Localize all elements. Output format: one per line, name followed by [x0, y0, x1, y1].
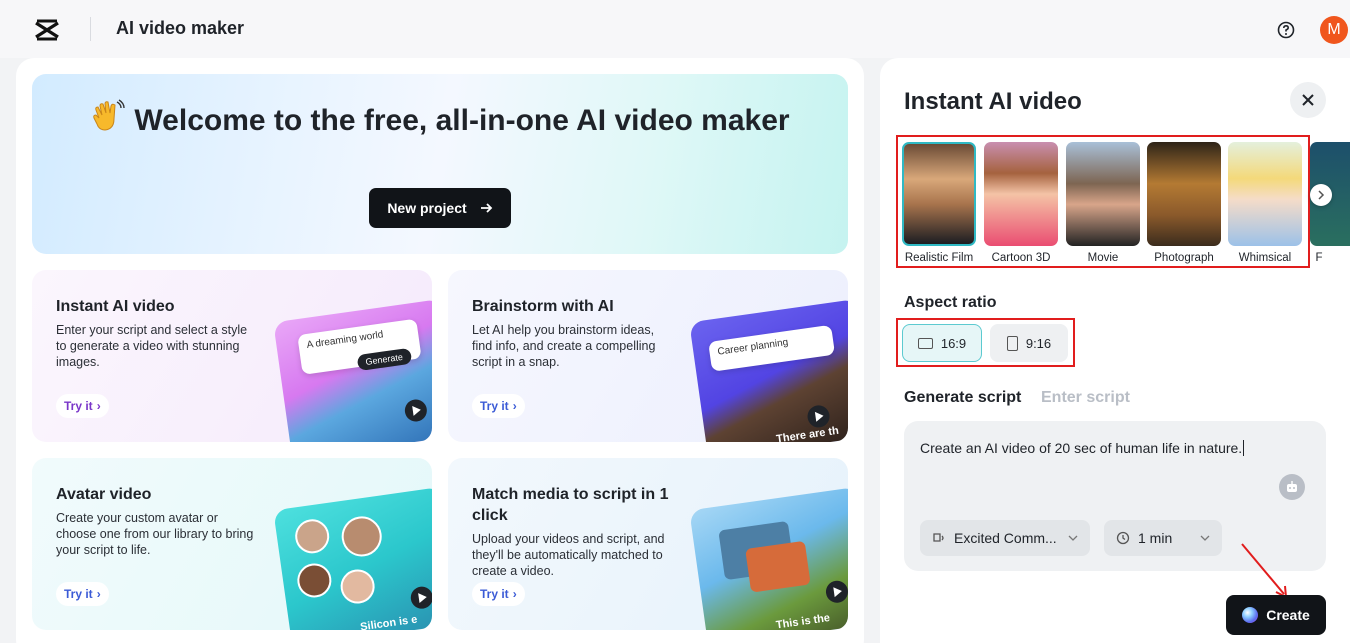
card-title: Avatar video [56, 486, 152, 503]
card-avatar-video[interactable]: Avatar video Create your custom avatar o… [32, 458, 432, 630]
chevron-down-icon [1068, 535, 1078, 541]
try-it-button[interactable]: Try it › [56, 394, 109, 418]
illus-caption: This is the [775, 612, 831, 630]
chevron-right-icon: › [96, 587, 101, 601]
style-thumbnail [984, 142, 1058, 246]
script-text[interactable]: Create an AI video of 20 sec of human li… [920, 440, 1244, 456]
panel-title: Instant AI video [904, 88, 1082, 115]
instant-ai-video-panel: Instant AI video Realistic Film Cartoon … [880, 58, 1350, 643]
card-illustration: Silicon is e [273, 486, 432, 630]
avatar[interactable]: M [1320, 16, 1348, 44]
new-project-label: New project [387, 200, 467, 216]
ratio-9-16-button[interactable]: 9:16 [990, 324, 1068, 362]
style-thumbnail [1228, 142, 1302, 246]
style-label: F [1315, 252, 1323, 264]
main-panel: Welcome to the free, all-in-one AI video… [16, 58, 864, 643]
card-description: Let AI help you brainstorm ideas, find i… [472, 323, 656, 369]
try-it-label: Try it [480, 587, 509, 601]
voice-value: Excited Comm... [954, 530, 1057, 546]
ai-orb-icon [1242, 607, 1259, 623]
card-title: Instant AI video [56, 298, 175, 315]
play-icon [824, 579, 848, 605]
style-thumbnail [1147, 142, 1221, 246]
avatar-face [338, 567, 377, 606]
chevron-right-icon: › [512, 587, 517, 601]
hero-banner: Welcome to the free, all-in-one AI video… [32, 74, 848, 254]
tab-generate-script[interactable]: Generate script [904, 389, 1021, 407]
play-icon [409, 585, 432, 611]
header-divider [90, 17, 91, 41]
style-label: Cartoon 3D [991, 252, 1051, 264]
ratio-label: 9:16 [1025, 335, 1052, 351]
clock-icon [1116, 531, 1130, 545]
voice-dropdown[interactable]: Excited Comm... [920, 520, 1090, 556]
ai-assistant-button[interactable] [1279, 474, 1305, 500]
ratio-16-9-button[interactable]: 16:9 [902, 324, 982, 362]
illus-prompt-tag: Career planning [708, 324, 836, 372]
chevron-right-icon: › [512, 399, 517, 413]
card-description: Upload your videos and script, and they'… [472, 532, 665, 578]
card-illustration: This is the [689, 486, 848, 630]
close-icon [1302, 94, 1314, 106]
illus-caption: Silicon is e [359, 613, 419, 630]
card-title: Match media to script in 1 click [472, 486, 669, 524]
chevron-down-icon [1200, 535, 1210, 541]
close-button[interactable] [1290, 82, 1326, 118]
help-circle-icon[interactable] [1277, 21, 1295, 39]
duration-dropdown[interactable]: 1 min [1104, 520, 1222, 556]
card-illustration: A dreaming world Generate [273, 298, 432, 442]
play-icon [403, 398, 429, 423]
card-illustration: Career planning There are th [689, 298, 848, 442]
play-icon [806, 403, 831, 429]
app-title: AI video maker [116, 18, 245, 38]
card-description: Create your custom avatar or choose one … [56, 511, 254, 557]
card-description: Enter your script and select a style to … [56, 323, 248, 369]
style-label: Realistic Film [904, 252, 974, 264]
create-button[interactable]: Create [1226, 595, 1326, 635]
avatar-face [339, 513, 385, 560]
waving-hand-icon [93, 99, 126, 131]
avatar-face [292, 517, 332, 556]
illus-caption: There are th [775, 424, 840, 442]
style-label: Photograph [1154, 252, 1214, 264]
hero-title: Welcome to the free, all-in-one AI video… [134, 104, 790, 137]
chevron-right-icon: › [96, 399, 101, 413]
card-brainstorm-ai[interactable]: Brainstorm with AI Let AI help you brain… [448, 270, 848, 442]
top-bar: AI video maker M [0, 0, 1350, 58]
hero-title-wrap: Welcome to the free, all-in-one AI video… [32, 98, 848, 139]
capcut-logo-icon[interactable] [34, 18, 60, 42]
chevron-right-icon [1318, 190, 1325, 200]
try-it-button[interactable]: Try it › [472, 394, 525, 418]
style-thumbnail [1066, 142, 1140, 246]
carousel-next-button[interactable] [1310, 184, 1332, 206]
try-it-label: Try it [480, 399, 509, 413]
annotation-arrow-icon [1241, 543, 1288, 599]
card-instant-ai-video[interactable]: Instant AI video Enter your script and s… [32, 270, 432, 442]
robot-icon [1287, 481, 1297, 492]
tab-enter-script[interactable]: Enter script [1041, 389, 1130, 407]
try-it-label: Try it [64, 587, 93, 601]
duration-value: 1 min [1138, 530, 1173, 546]
style-label: Movie [1087, 252, 1119, 264]
new-project-button[interactable]: New project [369, 188, 511, 228]
card-title: Brainstorm with AI [472, 298, 614, 315]
style-carousel: Realistic Film Cartoon 3D Movie Photogra… [902, 142, 1350, 270]
media-thumb [745, 540, 811, 593]
aspect-ratio-label: Aspect ratio [904, 294, 997, 311]
arrow-right-icon [480, 203, 492, 213]
try-it-button[interactable]: Try it › [472, 582, 525, 606]
try-it-label: Try it [64, 399, 93, 413]
voice-icon [933, 533, 944, 542]
style-thumbnail [902, 142, 976, 246]
portrait-icon [1006, 335, 1018, 351]
avatar-face [295, 561, 334, 600]
try-it-button[interactable]: Try it › [56, 582, 109, 606]
landscape-icon [917, 337, 933, 349]
create-label: Create [1266, 607, 1310, 623]
card-match-media[interactable]: Match media to script in 1 click Upload … [448, 458, 848, 630]
ratio-label: 16:9 [940, 335, 967, 351]
